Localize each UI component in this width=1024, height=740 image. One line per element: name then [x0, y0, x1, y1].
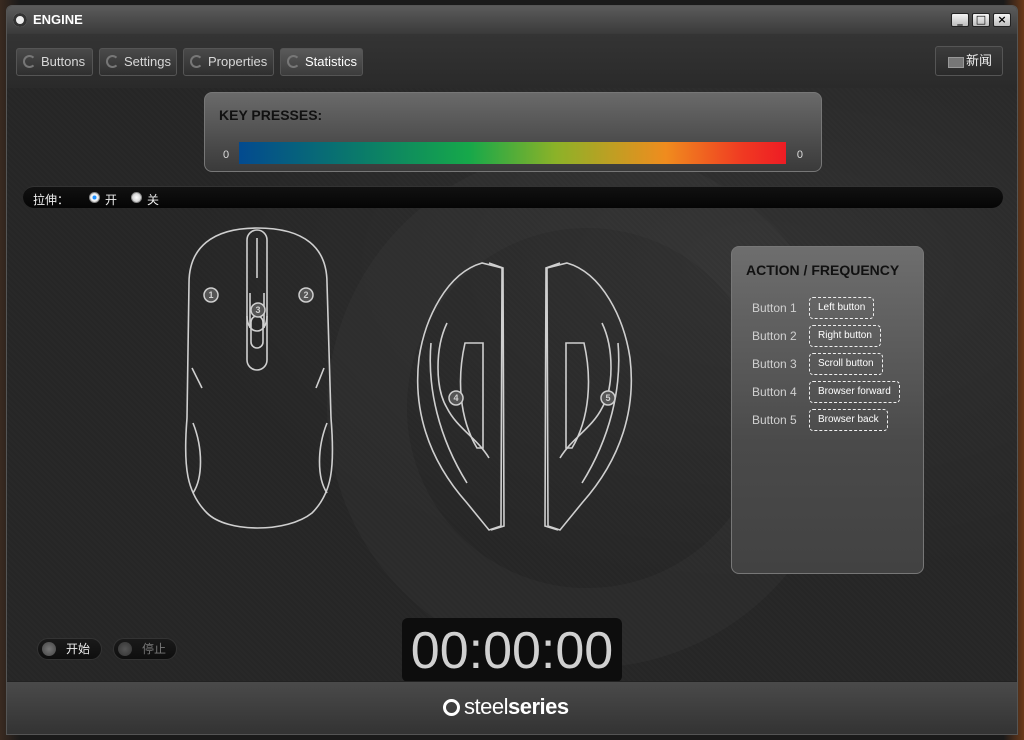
- toolbar: Buttons Settings Properties Statistics 新…: [7, 34, 1017, 88]
- button-label: Button 4: [752, 385, 797, 399]
- footer: steelseries: [7, 681, 1017, 734]
- action-tag: Scroll button: [809, 353, 883, 375]
- tab-statistics[interactable]: Statistics: [280, 48, 363, 76]
- tab-buttons[interactable]: Buttons: [16, 48, 93, 76]
- tab-label: Properties: [208, 54, 268, 69]
- action-tag: Right button: [809, 325, 881, 347]
- steelseries-logo-icon: [13, 13, 27, 27]
- close-button[interactable]: ×: [993, 13, 1011, 27]
- stop-button[interactable]: 停止: [113, 638, 177, 660]
- tab-label: Statistics: [305, 54, 358, 69]
- minimize-button[interactable]: _: [951, 13, 969, 27]
- refresh-icon: [287, 55, 300, 68]
- mouse-top-view: [184, 227, 334, 529]
- tab-settings[interactable]: Settings: [99, 48, 177, 76]
- action-tag: Browser back: [809, 409, 888, 431]
- marker-3: 3: [255, 305, 260, 315]
- button-label: Button 2: [752, 329, 797, 343]
- button-label: Button 1: [752, 301, 797, 315]
- refresh-icon: [23, 55, 36, 68]
- refresh-icon: [190, 55, 203, 68]
- refresh-icon: [106, 55, 119, 68]
- maximize-button[interactable]: □: [972, 13, 990, 27]
- action-frequency-title: ACTION / FREQUENCY: [746, 262, 900, 278]
- marker-2: 2: [303, 290, 308, 300]
- action-tag: Left button: [809, 297, 875, 319]
- brand-light: steel: [464, 694, 508, 719]
- button-label: Button 3: [752, 357, 797, 371]
- button-markers: 1 2 3 4 5: [203, 287, 616, 406]
- window-title: ENGINE: [33, 12, 83, 27]
- marker-4: 4: [453, 393, 458, 403]
- action-frequency-panel: ACTION / FREQUENCY Button 1 Left button …: [731, 246, 924, 574]
- steelseries-logo-icon: [443, 699, 460, 716]
- title-bar: ENGINE _ □ ×: [7, 6, 1017, 35]
- elapsed-timer: 00:00:00: [402, 618, 622, 682]
- stop-knob-icon: [118, 642, 132, 656]
- button-label: Button 5: [752, 413, 797, 427]
- news-label: 新闻: [966, 53, 993, 68]
- statistics-content: KEY PRESSES: 0 0 拉伸： 开 关 1 2 3 4 5 ACTIO…: [7, 88, 1017, 682]
- news-icon: [948, 57, 964, 68]
- marker-1: 1: [208, 290, 213, 300]
- news-button[interactable]: 新闻: [935, 46, 1003, 76]
- marker-5: 5: [605, 393, 610, 403]
- brand-logo: steelseries: [464, 694, 569, 720]
- action-tag: Browser forward: [809, 381, 900, 403]
- tab-label: Buttons: [41, 54, 86, 69]
- mouse-right-side-view: [546, 262, 633, 531]
- brand-bold: series: [507, 694, 569, 719]
- tab-properties[interactable]: Properties: [183, 48, 274, 76]
- start-label: 开始: [66, 642, 91, 656]
- stop-label: 停止: [142, 642, 167, 656]
- start-button[interactable]: 开始: [37, 638, 102, 660]
- start-knob-icon: [42, 642, 56, 656]
- engine-window: ENGINE _ □ × Buttons Settings Properties…: [6, 5, 1018, 735]
- tab-label: Settings: [124, 54, 171, 69]
